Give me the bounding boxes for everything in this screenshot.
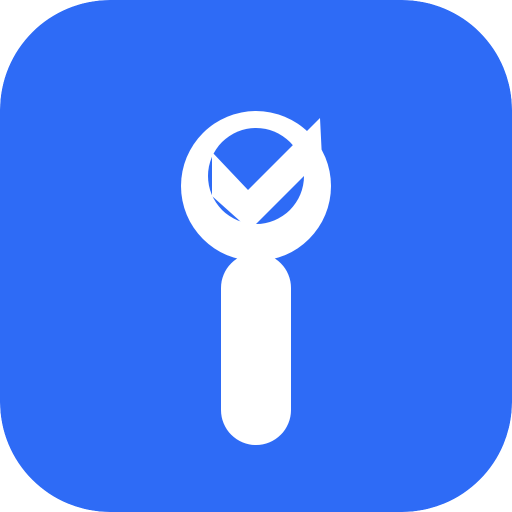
app-icon-graphic xyxy=(0,0,512,512)
icon-canvas xyxy=(0,0,512,512)
info-dot-check-icon xyxy=(181,111,331,261)
info-stem xyxy=(221,253,291,445)
app-icon xyxy=(0,0,512,512)
